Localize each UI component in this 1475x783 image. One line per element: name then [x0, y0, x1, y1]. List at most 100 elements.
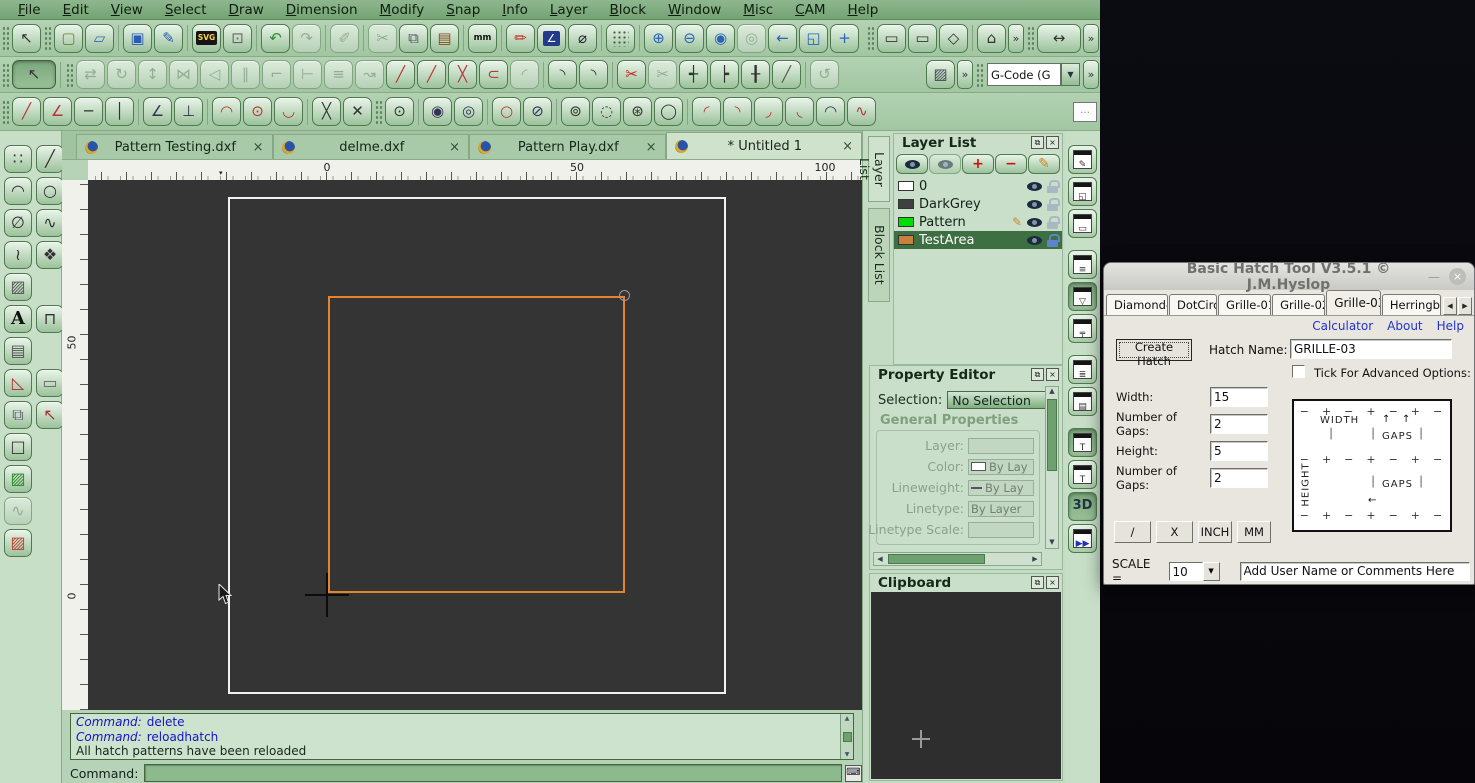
line-vertical-button[interactable]: │ [105, 97, 134, 126]
zoom-previous-button[interactable]: ← [768, 24, 797, 53]
layer-row-0[interactable]: 0 [894, 177, 1062, 195]
layer-row-darkgrey[interactable]: DarkGrey [894, 195, 1062, 213]
revert-direction-button[interactable]: ↺ [810, 60, 839, 89]
menu-item[interactable]: Window [658, 1, 731, 19]
circle-2point-button[interactable]: ◉ [423, 97, 452, 126]
toggle-command-widget-button[interactable]: ▭ [1068, 209, 1097, 238]
vertical-scrollbar[interactable]: ▲ ▼ [1045, 386, 1059, 549]
menu-item[interactable]: Edit [53, 1, 99, 19]
box-3d-button[interactable]: □ [4, 433, 32, 461]
toggle-plot-button[interactable]: ╤ [1068, 314, 1097, 343]
circle-concentric-button[interactable]: ◯ [654, 97, 683, 126]
circle-tangent-1-button[interactable]: ⊚ [561, 97, 590, 126]
arc-tool-button[interactable]: ◠ [4, 177, 32, 205]
more-tools-button[interactable]: » [1083, 24, 1099, 53]
ellipse-tool-button[interactable]: ∅ [4, 209, 32, 237]
grid-toggle-button[interactable] [606, 24, 635, 53]
drawing-canvas[interactable] [88, 180, 862, 710]
dropdown-arrow-icon[interactable]: ▼ [1203, 562, 1220, 581]
fillet-button[interactable]: ◝ [548, 60, 577, 89]
zoom-extents-button[interactable]: ◉ [706, 24, 735, 53]
tab-close-icon[interactable]: × [646, 140, 657, 155]
layer-row-testarea[interactable]: TestArea [894, 231, 1062, 249]
circle-diameter-button[interactable]: ⊘ [523, 97, 552, 126]
layer-lock-icon[interactable] [1047, 198, 1058, 211]
menu-item[interactable]: Modify [370, 1, 435, 19]
trim-corner-button[interactable]: ⌐ [262, 60, 291, 89]
field-input[interactable] [1210, 387, 1268, 407]
sidebar-tab-layer-list[interactable]: Layer List [868, 136, 890, 202]
hatch-tab-grille-03[interactable]: Grille-03 [1326, 290, 1381, 315]
remove-layer-button[interactable]: − [995, 154, 1027, 174]
history-scrollbar[interactable]: ▲ ▼ [840, 714, 853, 759]
bend-button[interactable]: ↝ [355, 60, 384, 89]
hatch-name-input[interactable] [1290, 339, 1452, 359]
collapse-panels-button[interactable]: ▶▶ [1068, 524, 1097, 553]
freehand-button[interactable]: ∿ [4, 497, 32, 525]
float-panel-icon[interactable]: ⧉ [1031, 576, 1044, 589]
diameter-measure-button[interactable]: ⌀ [568, 24, 597, 53]
new-file-button[interactable]: ▢ [54, 24, 83, 53]
cross-lines-button[interactable]: ╳ [312, 97, 341, 126]
tab-delme[interactable]: delme.dxf × [273, 134, 470, 159]
select-entities-button[interactable]: ⧉ [4, 401, 32, 429]
add-layer-button[interactable]: + [962, 154, 994, 174]
zoom-selected-button[interactable]: ◎ [737, 24, 766, 53]
line-relative-angle-button[interactable]: ∠ [143, 97, 172, 126]
menu-item[interactable]: Help [837, 1, 888, 19]
multiply-op-button[interactable]: X [1156, 521, 1193, 543]
spline-points-button[interactable]: ∿ [847, 97, 876, 126]
stretch-button[interactable]: ≡ [324, 60, 353, 89]
toggle-font-button[interactable]: T [1068, 460, 1097, 489]
line-horizontal-button[interactable]: ─ [74, 97, 103, 126]
attach-button[interactable]: ⊂ [479, 60, 508, 89]
calculator-link[interactable]: Calculator [1312, 319, 1373, 333]
layer-visibility-eye-icon[interactable] [1027, 218, 1042, 227]
tab-close-icon[interactable]: × [449, 140, 460, 155]
more-cam-button[interactable]: » [1083, 60, 1099, 89]
toggle-history-button[interactable]: ≣ [1068, 355, 1097, 384]
circle-3point-button[interactable]: ◎ [454, 97, 483, 126]
move-button[interactable]: ⇄ [76, 60, 105, 89]
more-shapes-button[interactable]: » [1008, 24, 1024, 53]
rotate-button[interactable]: ↻ [107, 60, 136, 89]
arc-modify-button[interactable]: ◜ [510, 60, 539, 89]
tab-pattern-testing[interactable]: Pattern Testing.dxf × [76, 134, 273, 159]
split-3-button[interactable]: ╂ [741, 60, 770, 89]
tab-scroll-right-icon[interactable]: ▶ [1458, 297, 1472, 315]
menu-item[interactable]: Draw [218, 1, 273, 19]
flip-button[interactable]: ◁ [200, 60, 229, 89]
offset-button[interactable]: ∥ [231, 60, 260, 89]
circle-center-radius-button[interactable]: ○ [492, 97, 521, 126]
close-icon[interactable]: × [1449, 268, 1466, 285]
toggle-block-list-button[interactable]: ◱ [1068, 177, 1097, 206]
edit-layer-button[interactable]: ✎ [1028, 154, 1060, 174]
zoom-out-button[interactable]: ⊖ [675, 24, 704, 53]
layer-lock-icon[interactable] [1047, 216, 1058, 229]
command-input[interactable] [144, 764, 842, 782]
property-value-box[interactable]: By Layer [968, 501, 1034, 517]
arc-q3-button[interactable]: ◞ [754, 97, 783, 126]
advanced-options-checkbox[interactable] [1292, 365, 1305, 378]
line-tool-button[interactable]: ╱ [36, 145, 64, 173]
undo-button[interactable]: ↶ [261, 24, 290, 53]
tab-untitled-1[interactable]: * Untitled 1 × [666, 132, 863, 159]
command-history[interactable]: Command:delete Command:reloadhatch All h… [70, 713, 854, 760]
ruler-tool-button[interactable]: ▭ [36, 369, 64, 397]
print-preview-button[interactable]: ⊡ [223, 24, 252, 53]
circle-tangent-button[interactable]: ⊙ [243, 97, 272, 126]
distance-tool-button[interactable]: ↔ [1037, 24, 1081, 53]
float-panel-icon[interactable]: ⧉ [1031, 368, 1044, 381]
save-button[interactable]: ▣ [123, 24, 152, 53]
comments-input[interactable] [1240, 562, 1470, 581]
layer-visibility-eye-icon[interactable] [1027, 200, 1042, 209]
dropdown-arrow-icon[interactable]: ▼ [1061, 63, 1080, 86]
tab-close-icon[interactable]: × [253, 140, 264, 155]
menu-item[interactable]: Layer [540, 1, 598, 19]
horizontal-scrollbar[interactable]: ◀ ▶ [873, 552, 1042, 566]
layer-lock-icon[interactable] [1047, 234, 1058, 247]
layer-edit-pencil-icon[interactable]: ✎ [1012, 215, 1022, 229]
scale-dropdown[interactable]: 10 ▼ [1169, 562, 1220, 581]
angle-measure-button[interactable]: ∠ [537, 24, 566, 53]
layer-lock-icon[interactable] [1047, 180, 1058, 193]
